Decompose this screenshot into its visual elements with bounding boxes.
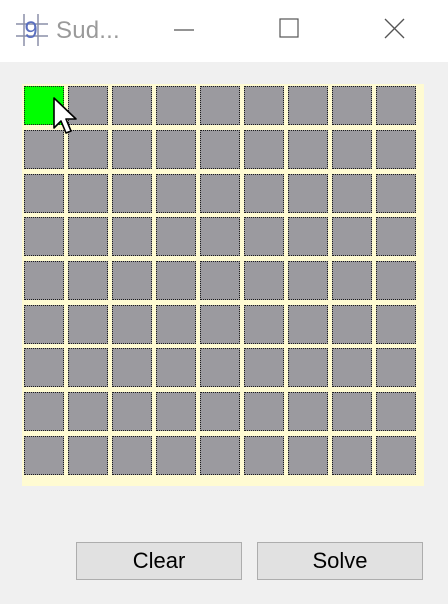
sudoku-app-icon: 9: [14, 12, 50, 48]
minimize-button[interactable]: [148, 0, 218, 62]
sudoku-cell-r4c5[interactable]: [200, 217, 240, 256]
sudoku-cell-r2c8[interactable]: [332, 130, 372, 169]
sudoku-cell-r7c2[interactable]: [68, 348, 108, 387]
sudoku-cell-r1c8[interactable]: [332, 86, 372, 125]
sudoku-cell-r7c5[interactable]: [200, 348, 240, 387]
close-button[interactable]: [360, 0, 430, 62]
sudoku-cell-r3c7[interactable]: [288, 174, 328, 213]
sudoku-cell-r9c9[interactable]: [376, 436, 416, 475]
sudoku-cell-r5c1[interactable]: [24, 261, 64, 300]
title-bar: 9 Sud...: [0, 0, 448, 62]
sudoku-cell-r4c1[interactable]: [24, 217, 64, 256]
sudoku-cell-r4c2[interactable]: [68, 217, 108, 256]
sudoku-cell-r2c6[interactable]: [244, 130, 284, 169]
sudoku-cell-r8c2[interactable]: [68, 392, 108, 431]
sudoku-cell-r9c3[interactable]: [112, 436, 152, 475]
sudoku-cell-r9c5[interactable]: [200, 436, 240, 475]
sudoku-cell-r5c3[interactable]: [112, 261, 152, 300]
sudoku-cell-r8c7[interactable]: [288, 392, 328, 431]
sudoku-cell-r2c5[interactable]: [200, 130, 240, 169]
sudoku-cell-r2c3[interactable]: [112, 130, 152, 169]
window-title: Sud...: [56, 17, 120, 44]
sudoku-cell-r3c4[interactable]: [156, 174, 196, 213]
minimize-icon: [174, 29, 194, 31]
sudoku-cell-r8c4[interactable]: [156, 392, 196, 431]
sudoku-cell-r6c2[interactable]: [68, 305, 108, 344]
sudoku-cell-r2c2[interactable]: [68, 130, 108, 169]
clear-button[interactable]: Clear: [76, 542, 242, 580]
sudoku-cell-r2c1[interactable]: [24, 130, 64, 169]
sudoku-cell-r7c9[interactable]: [376, 348, 416, 387]
sudoku-cell-r4c6[interactable]: [244, 217, 284, 256]
sudoku-cell-r5c8[interactable]: [332, 261, 372, 300]
sudoku-cell-r6c3[interactable]: [112, 305, 152, 344]
sudoku-cell-r6c1[interactable]: [24, 305, 64, 344]
close-icon: [384, 18, 405, 39]
sudoku-cell-r6c6[interactable]: [244, 305, 284, 344]
sudoku-cell-r3c5[interactable]: [200, 174, 240, 213]
sudoku-cell-r7c6[interactable]: [244, 348, 284, 387]
sudoku-cell-r5c5[interactable]: [200, 261, 240, 300]
sudoku-cell-r3c9[interactable]: [376, 174, 416, 213]
sudoku-cell-r7c3[interactable]: [112, 348, 152, 387]
svg-text:9: 9: [24, 17, 37, 44]
sudoku-cell-r2c4[interactable]: [156, 130, 196, 169]
sudoku-cell-r1c4[interactable]: [156, 86, 196, 125]
sudoku-cell-r3c8[interactable]: [332, 174, 372, 213]
sudoku-cell-r4c9[interactable]: [376, 217, 416, 256]
sudoku-cell-r5c4[interactable]: [156, 261, 196, 300]
sudoku-cell-r1c7[interactable]: [288, 86, 328, 125]
sudoku-cell-r7c8[interactable]: [332, 348, 372, 387]
sudoku-cell-r6c9[interactable]: [376, 305, 416, 344]
sudoku-cell-r6c8[interactable]: [332, 305, 372, 344]
sudoku-cell-r8c5[interactable]: [200, 392, 240, 431]
sudoku-cell-r9c1[interactable]: [24, 436, 64, 475]
sudoku-cell-r5c7[interactable]: [288, 261, 328, 300]
sudoku-cell-r8c1[interactable]: [24, 392, 64, 431]
maximize-button[interactable]: [254, 0, 324, 62]
sudoku-cell-r3c1[interactable]: [24, 174, 64, 213]
sudoku-cell-r6c4[interactable]: [156, 305, 196, 344]
maximize-icon: [279, 18, 299, 38]
sudoku-cell-r3c2[interactable]: [68, 174, 108, 213]
sudoku-cell-r3c6[interactable]: [244, 174, 284, 213]
sudoku-cell-r4c4[interactable]: [156, 217, 196, 256]
sudoku-cell-r4c3[interactable]: [112, 217, 152, 256]
sudoku-cell-r3c3[interactable]: [112, 174, 152, 213]
sudoku-cell-r9c2[interactable]: [68, 436, 108, 475]
sudoku-cell-r1c3[interactable]: [112, 86, 152, 125]
sudoku-cell-r4c8[interactable]: [332, 217, 372, 256]
sudoku-cell-r7c4[interactable]: [156, 348, 196, 387]
sudoku-cell-r1c1[interactable]: [24, 86, 64, 125]
sudoku-cell-r8c8[interactable]: [332, 392, 372, 431]
sudoku-cell-r7c1[interactable]: [24, 348, 64, 387]
sudoku-cell-r9c4[interactable]: [156, 436, 196, 475]
sudoku-board: [22, 84, 424, 486]
sudoku-cell-r6c7[interactable]: [288, 305, 328, 344]
sudoku-cell-r5c6[interactable]: [244, 261, 284, 300]
sudoku-cell-r8c3[interactable]: [112, 392, 152, 431]
sudoku-cell-r9c8[interactable]: [332, 436, 372, 475]
sudoku-cell-r8c6[interactable]: [244, 392, 284, 431]
sudoku-cell-r1c2[interactable]: [68, 86, 108, 125]
sudoku-cell-r6c5[interactable]: [200, 305, 240, 344]
sudoku-cell-r1c6[interactable]: [244, 86, 284, 125]
sudoku-cell-r5c9[interactable]: [376, 261, 416, 300]
sudoku-cell-r1c9[interactable]: [376, 86, 416, 125]
sudoku-cell-r2c9[interactable]: [376, 130, 416, 169]
sudoku-cell-r2c7[interactable]: [288, 130, 328, 169]
sudoku-cell-r8c9[interactable]: [376, 392, 416, 431]
solve-button[interactable]: Solve: [257, 542, 423, 580]
sudoku-cell-r4c7[interactable]: [288, 217, 328, 256]
sudoku-cell-r9c6[interactable]: [244, 436, 284, 475]
sudoku-cell-r1c5[interactable]: [200, 86, 240, 125]
sudoku-cell-r5c2[interactable]: [68, 261, 108, 300]
sudoku-cell-r9c7[interactable]: [288, 436, 328, 475]
sudoku-cell-r7c7[interactable]: [288, 348, 328, 387]
